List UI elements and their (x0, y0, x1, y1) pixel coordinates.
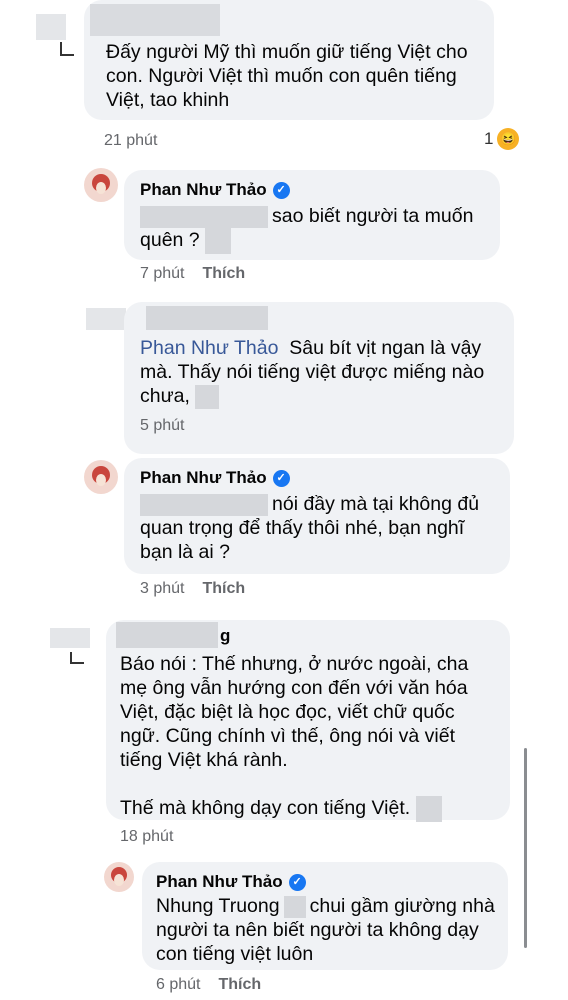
blurred-avatar (86, 308, 126, 330)
reply-meta: 7 phút Thích (140, 265, 245, 283)
comment-text-line: chưa, (140, 385, 190, 407)
reply-text: sao biết người ta muốn quên ? (140, 204, 486, 254)
comment-time: 18 phút (120, 828, 174, 845)
verified-badge-icon: ✓ (272, 181, 290, 199)
comment-time: 5 phút (140, 416, 185, 434)
blurred-mention (140, 493, 268, 516)
comment-bubble: g Báo nói : Thế nhưng, ở nước ngoài, cha… (106, 620, 510, 822)
blurred-text (205, 228, 232, 254)
reply-text-line: người ta nên biết người ta không dạy (156, 919, 479, 941)
blurred-avatar (36, 14, 66, 40)
reply-text-line: nói đầy mà tại không đủ (272, 493, 480, 515)
avatar-face-inner (96, 474, 106, 486)
author-name-tail: g (220, 626, 231, 645)
comment-bubble: Đấy người Mỹ thì muốn giữ tiếng Việt cho… (84, 0, 494, 120)
reply-text: nói đầy mà tại không đủ quan trọng để th… (140, 492, 496, 564)
blurred-name (116, 622, 218, 648)
blurred-text (415, 796, 442, 822)
avatar[interactable] (50, 624, 94, 668)
author-name-text: Phan Như Thảo (156, 872, 283, 891)
avatar[interactable] (84, 168, 118, 202)
blurred-name (146, 306, 268, 330)
reply-text-line: bạn là ai ? (140, 541, 230, 563)
reply-text-line: chui gầm giường nhà (309, 895, 495, 917)
reply-bubble: Phan Như Thảo ✓ sao biết người ta muốn qu… (124, 170, 500, 260)
comment-text-line: Sâu bít vịt ngan là vậy (289, 337, 482, 359)
avatar-mark (70, 652, 84, 664)
like-button[interactable]: Thích (202, 580, 245, 597)
blurred-text (195, 384, 220, 409)
blurred-name (90, 4, 220, 36)
mention-link[interactable]: Phan Như Thảo (140, 337, 278, 359)
blurred-avatar (50, 628, 90, 648)
like-button[interactable]: Thích (218, 976, 261, 993)
blurred-text (283, 895, 306, 918)
comment-text: Đấy người Mỹ thì muốn giữ tiếng Việt cho… (106, 41, 468, 111)
avatar[interactable] (84, 460, 118, 494)
reply-time: 6 phút (156, 976, 201, 993)
verified-badge-icon: ✓ (288, 873, 306, 891)
comment-bubble: Phan Như Thảo Sâu bít vịt ngan là vậy mà… (124, 302, 514, 454)
avatar[interactable] (26, 8, 74, 56)
blurred-mention (140, 205, 268, 228)
comment-text-line: mà. Thấy nói tiếng việt được miếng nào (140, 361, 485, 383)
reply-text-line: con tiếng việt luôn (156, 943, 314, 965)
avatar-face-inner (96, 182, 106, 194)
comment-time: 21 phút (104, 132, 158, 149)
reaction-count-text: 1 (484, 129, 494, 148)
mention-link[interactable]: Nhung Truong (156, 895, 280, 917)
reply-bubble: Phan Như Thảo ✓ nói đầy mà tại không đủ q… (124, 458, 510, 574)
reply-meta: 3 phút Thích (140, 580, 245, 598)
reply-text-line: quên ? (140, 229, 200, 252)
author-name[interactable]: Phan Như Thảo ✓ (156, 872, 496, 892)
reaction-count[interactable]: 1 😆 (484, 128, 520, 150)
reply-text: Nhung Truong chui gầm giường nhà người ta… (156, 894, 496, 966)
reply-text-line: sao biết người ta muốn (272, 205, 474, 227)
comment-text: Báo nói : Thế nhưng, ở nước ngoài, cha m… (120, 653, 469, 771)
author-name[interactable]: Phan Như Thảo ✓ (140, 180, 486, 200)
author-name-text: Phan Như Thảo (140, 468, 267, 487)
comment-text-2: Thế mà không dạy con tiếng Việt. (120, 796, 496, 822)
avatar-mark (60, 42, 74, 56)
reply-bubble: Phan Như Thảo ✓ Nhung Truong chui gầm giườ… (142, 862, 508, 970)
author-name-text: Phan Như Thảo (140, 180, 267, 199)
reply-meta: 6 phút Thích (156, 976, 261, 994)
haha-reaction-icon: 😆 (497, 128, 520, 150)
reply-time: 7 phút (140, 265, 185, 282)
comment-text-line: Thế mà không dạy con tiếng Việt. (120, 797, 411, 820)
avatar[interactable] (104, 862, 134, 892)
author-name[interactable]: Phan Như Thảo ✓ (140, 468, 496, 488)
avatar-face-inner (114, 874, 124, 886)
comment-text: Phan Như Thảo Sâu bít vịt ngan là vậy mà… (140, 336, 500, 409)
like-button[interactable]: Thích (202, 265, 245, 282)
reply-time: 3 phút (140, 580, 185, 597)
verified-badge-icon: ✓ (272, 469, 290, 487)
scrollbar[interactable] (524, 748, 527, 948)
reply-text-line: quan trọng để thấy thôi nhé, bạn nghĩ (140, 517, 465, 539)
